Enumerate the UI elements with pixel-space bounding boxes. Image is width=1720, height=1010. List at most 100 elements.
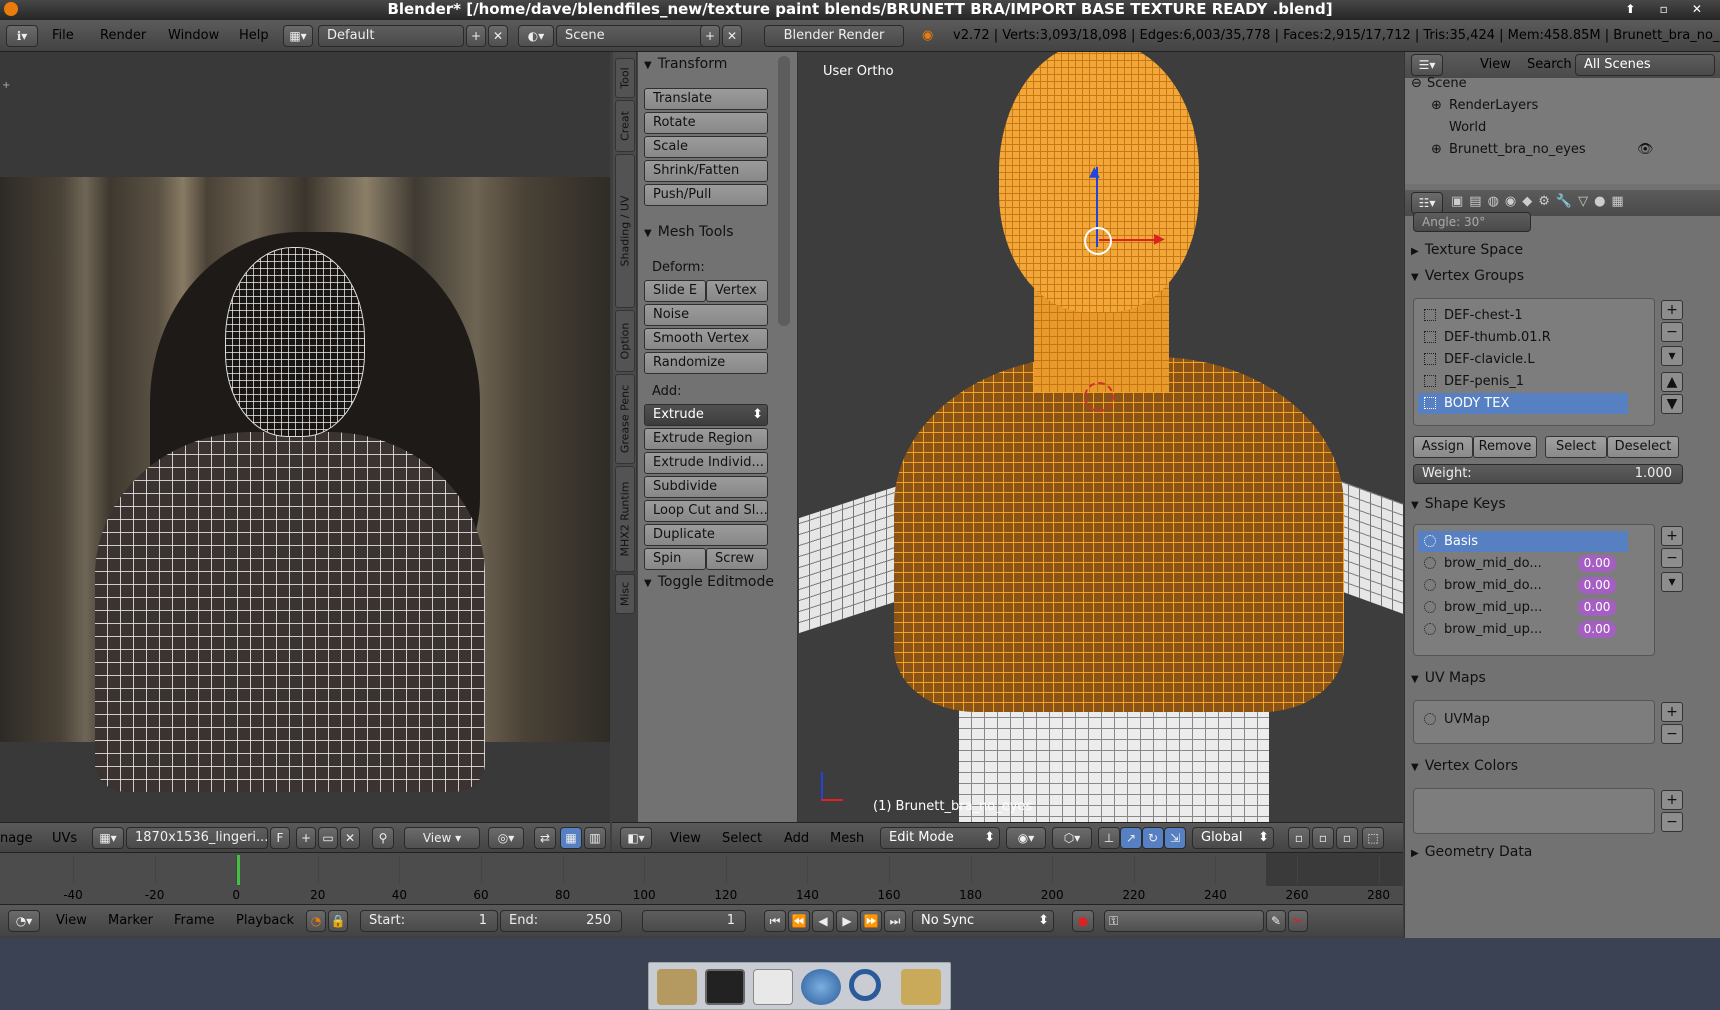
end-frame-field[interactable]: End: 250	[500, 910, 622, 932]
deselect-button[interactable]: Deselect	[1607, 436, 1679, 458]
open-image-icon[interactable]: ▭	[318, 827, 338, 849]
uv-menu-image[interactable]: nage	[0, 831, 32, 846]
jump-start-icon[interactable]: ⏮	[764, 910, 786, 932]
push-pull-button[interactable]: Push/Pull	[644, 184, 768, 206]
manipulator-center-icon[interactable]	[1084, 227, 1112, 255]
timeline-menu-view[interactable]: View	[56, 913, 87, 928]
screen-layout-icon[interactable]: ▦▾	[283, 25, 313, 47]
timeline-editor-icon[interactable]: ◔▾	[8, 910, 40, 932]
geometry-data-panel-header[interactable]: Geometry Data	[1411, 844, 1533, 858]
outliner-menu-search[interactable]: Search	[1527, 57, 1572, 72]
jump-keyframe-forward-icon[interactable]: ⏩	[860, 910, 882, 932]
layer-icon[interactable]: ▫	[1336, 827, 1358, 849]
edge-select-icon[interactable]: ▥	[584, 827, 606, 849]
rotate-button[interactable]: Rotate	[644, 112, 768, 134]
window-controls[interactable]: ⬆ ▫ ✕	[1625, 0, 1712, 19]
uv-view-menu[interactable]: View ▾	[404, 827, 480, 849]
properties-context-tabs[interactable]: ▣▤◍◉◆⚙🔧▽●▦	[1451, 194, 1715, 212]
translate-manipulator-icon[interactable]: ↗	[1120, 827, 1142, 849]
start-frame-field[interactable]: Start: 1	[360, 910, 498, 932]
extrude-menu[interactable]: Extrude ⬍	[644, 404, 768, 426]
lock-icon[interactable]: 🔒	[328, 910, 348, 932]
outliner-world-row[interactable]: World	[1405, 117, 1705, 139]
assign-button[interactable]: Assign	[1413, 436, 1473, 458]
tab-shading-uv[interactable]: Shading / UV	[615, 154, 635, 308]
noise-button[interactable]: Noise	[644, 304, 768, 326]
select-button[interactable]: Select	[1545, 436, 1607, 458]
sync-selection-icon[interactable]: ⇄	[534, 827, 556, 849]
smooth-vertex-button[interactable]: Smooth Vertex	[644, 328, 768, 350]
add-vertex-group-icon[interactable]: +	[1661, 300, 1683, 320]
text-editor-icon[interactable]	[753, 969, 793, 1005]
viewport-menu-select[interactable]: Select	[722, 831, 762, 846]
weight-slider[interactable]: Weight: 1.000	[1413, 464, 1683, 484]
tab-misc[interactable]: Misc	[615, 574, 635, 614]
sync-mode-select[interactable]: No Sync ⬍	[912, 910, 1054, 932]
tab-options[interactable]: Option	[615, 310, 635, 372]
fake-user-button[interactable]: F	[270, 827, 290, 849]
delete-keyframe-icon[interactable]: ✂	[1288, 910, 1308, 932]
uv-image-editor[interactable]: +	[0, 52, 610, 822]
unlink-image-icon[interactable]: ✕	[340, 827, 360, 849]
jump-keyframe-back-icon[interactable]: ⏪	[788, 910, 810, 932]
add-vertex-color-icon[interactable]: +	[1661, 790, 1683, 810]
toggle-editmode-panel-header[interactable]: Toggle Editmode	[644, 574, 774, 590]
delete-screen-icon[interactable]: ✕	[488, 25, 508, 47]
viewport-menu-mesh[interactable]: Mesh	[830, 831, 864, 846]
folder-icon[interactable]	[901, 969, 941, 1005]
preview-range-icon[interactable]: ◔	[306, 910, 326, 932]
viewport-menu-view[interactable]: View	[670, 831, 701, 846]
scale-button[interactable]: Scale	[644, 136, 768, 158]
3d-editor-type-icon[interactable]: ◧▾	[620, 827, 652, 849]
timeline-menu-frame[interactable]: Frame	[174, 913, 215, 928]
current-frame-field[interactable]: 1	[642, 910, 746, 932]
vertex-group-item[interactable]: DEF-thumb.01.R	[1418, 327, 1628, 348]
manipulator-toggle-icon[interactable]: ⊥	[1098, 827, 1120, 849]
tab-tool[interactable]: Tool	[615, 58, 635, 98]
viewport-menu-add[interactable]: Add	[784, 831, 809, 846]
layer-icon[interactable]: ▫	[1312, 827, 1334, 849]
vertex-select-icon[interactable]: ▦	[560, 827, 582, 849]
play-reverse-icon[interactable]: ◀	[812, 910, 834, 932]
current-frame-marker[interactable]	[237, 855, 240, 885]
timeline-menu-marker[interactable]: Marker	[108, 913, 153, 928]
extrude-individual-button[interactable]: Extrude Individ...	[644, 452, 768, 474]
editor-type-info-icon[interactable]: ℹ▾	[6, 25, 38, 47]
translate-button[interactable]: Translate	[644, 88, 768, 110]
occlude-geometry-icon[interactable]: ⬚	[1362, 827, 1384, 849]
image-browse-icon[interactable]: ▦▾	[92, 827, 124, 849]
keying-set-field[interactable]: ⚿	[1104, 910, 1264, 932]
play-icon[interactable]: ▶	[836, 910, 858, 932]
extrude-region-button[interactable]: Extrude Region	[644, 428, 768, 450]
add-shape-key-icon[interactable]: +	[1661, 526, 1683, 546]
region-toggle-icon[interactable]: +	[2, 80, 10, 91]
menu-file[interactable]: File	[52, 28, 74, 43]
tab-mhx2-runtime[interactable]: MHX2 Runtim	[615, 466, 635, 572]
shape-key-item[interactable]: brow_mid_up... 0.00	[1418, 619, 1628, 640]
remove-vertex-group-icon[interactable]: −	[1661, 322, 1683, 342]
spin-button[interactable]: Spin	[644, 548, 706, 570]
manipulator-z-arrow-icon[interactable]: ▲	[1089, 164, 1100, 180]
shape-key-item-selected[interactable]: Basis	[1418, 531, 1628, 552]
pivot-point-icon[interactable]: ⬡▾	[1052, 827, 1092, 849]
add-screen-icon[interactable]: +	[466, 25, 486, 47]
loop-cut-button[interactable]: Loop Cut and Sl...	[644, 500, 768, 522]
menu-window[interactable]: Window	[168, 28, 219, 43]
scene-field[interactable]: Scene	[556, 25, 708, 47]
insert-keyframe-icon[interactable]: ✎	[1266, 910, 1286, 932]
shape-key-specials-icon[interactable]: ▾	[1661, 572, 1683, 592]
mode-select[interactable]: Edit Mode ⬍	[880, 827, 1000, 849]
slide-edge-button[interactable]: Slide E	[644, 280, 706, 302]
angle-field[interactable]: Angle: 30°	[1413, 212, 1531, 232]
pin-icon[interactable]: ⚲	[372, 827, 394, 849]
randomize-button[interactable]: Randomize	[644, 352, 768, 374]
vertex-group-item[interactable]: DEF-chest-1	[1418, 305, 1628, 326]
scale-manipulator-icon[interactable]: ⇲	[1164, 827, 1186, 849]
add-uv-map-icon[interactable]: +	[1661, 702, 1683, 722]
auto-keying-record-icon[interactable]: ●	[1072, 910, 1094, 932]
remove-shape-key-icon[interactable]: −	[1661, 548, 1683, 568]
add-scene-icon[interactable]: +	[700, 25, 720, 47]
vertex-group-item-selected[interactable]: BODY TEX	[1418, 393, 1628, 414]
remove-vertex-color-icon[interactable]: −	[1661, 812, 1683, 832]
vertex-groups-panel-header[interactable]: Vertex Groups	[1411, 268, 1524, 284]
